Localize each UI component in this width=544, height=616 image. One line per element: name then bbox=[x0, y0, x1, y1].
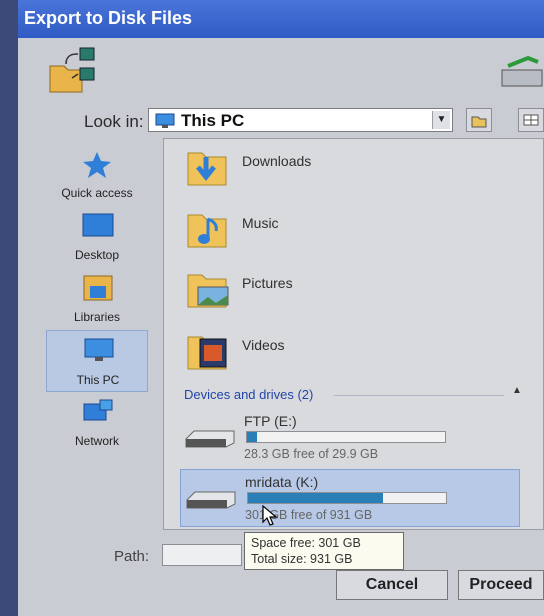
folder-name: Videos bbox=[242, 337, 285, 353]
downloads-folder-icon bbox=[187, 152, 227, 186]
pc-icon bbox=[155, 113, 175, 128]
place-libraries[interactable]: Libraries bbox=[46, 268, 148, 330]
drive-mridata[interactable]: mridata (K:) 301 GB free of 931 GB bbox=[180, 469, 520, 527]
mouse-cursor-icon bbox=[262, 505, 278, 526]
place-label: Desktop bbox=[74, 248, 120, 262]
up-folder-icon bbox=[471, 116, 487, 128]
folder-name: Pictures bbox=[242, 275, 293, 291]
look-in-label: Look in: bbox=[84, 112, 144, 131]
chevron-down-icon[interactable]: ▼ bbox=[432, 111, 450, 129]
places-bar: Quick access Desktop Libraries This PC N… bbox=[46, 140, 150, 560]
path-input[interactable] bbox=[162, 544, 242, 566]
proceed-button[interactable]: Proceed bbox=[458, 570, 544, 600]
place-label: Libraries bbox=[73, 310, 121, 324]
folder-downloads[interactable]: Downloads bbox=[184, 143, 524, 199]
up-folder-button[interactable] bbox=[466, 108, 492, 132]
view-grid-icon bbox=[523, 114, 539, 126]
export-disk-icon bbox=[501, 55, 543, 87]
group-divider bbox=[334, 395, 504, 396]
libraries-icon bbox=[83, 275, 113, 301]
vertical-scrollbar[interactable] bbox=[536, 143, 544, 525]
star-icon bbox=[83, 152, 111, 178]
drive-name: FTP (E:) bbox=[244, 413, 297, 429]
place-label: Quick access bbox=[61, 186, 133, 200]
chevron-up-icon[interactable]: ▲ bbox=[512, 385, 522, 396]
tooltip-total: Total size: 931 GB bbox=[251, 552, 353, 566]
folder-pictures[interactable]: Pictures bbox=[184, 265, 524, 321]
window-title: Export to Disk Files bbox=[24, 8, 193, 28]
drive-free-space: 28.3 GB free of 29.9 GB bbox=[244, 447, 379, 461]
place-quick-access[interactable]: Quick access bbox=[46, 144, 148, 206]
place-this-pc[interactable]: This PC bbox=[46, 330, 148, 392]
view-menu-button[interactable] bbox=[518, 108, 544, 132]
videos-folder-icon bbox=[187, 336, 227, 370]
drive-usage-bar bbox=[247, 492, 447, 504]
drive-tooltip: Space free: 301 GB Total size: 931 GB bbox=[244, 532, 404, 570]
look-in-value: This PC bbox=[181, 111, 245, 130]
drive-icon bbox=[186, 491, 236, 509]
file-list[interactable]: Downloads Music Pictures Videos Devices … bbox=[163, 138, 544, 530]
tooltip-free: Space free: 301 GB bbox=[251, 536, 361, 550]
pictures-folder-icon bbox=[187, 274, 229, 308]
drive-usage-bar bbox=[246, 431, 446, 443]
devices-group-header[interactable]: Devices and drives (2) bbox=[184, 387, 313, 402]
network-icon bbox=[83, 399, 113, 421]
drive-ftp[interactable]: FTP (E:) 28.3 GB free of 29.9 GB bbox=[180, 409, 520, 467]
place-label: This PC bbox=[76, 373, 120, 387]
folder-name: Music bbox=[242, 215, 279, 231]
pc-icon bbox=[84, 338, 114, 361]
export-dialog: Export to Disk Files Look in: This PC ▼ bbox=[18, 0, 544, 616]
drive-name: mridata (K:) bbox=[245, 474, 319, 490]
look-in-dropdown[interactable]: This PC ▼ bbox=[148, 108, 453, 132]
cancel-button[interactable]: Cancel bbox=[336, 570, 448, 600]
drive-usage-fill bbox=[248, 493, 383, 503]
drive-usage-fill bbox=[247, 432, 257, 442]
folder-videos[interactable]: Videos bbox=[184, 327, 524, 383]
place-label: Network bbox=[74, 434, 119, 448]
place-desktop[interactable]: Desktop bbox=[46, 206, 148, 268]
music-folder-icon bbox=[187, 214, 227, 248]
drive-icon bbox=[185, 430, 235, 448]
desktop-icon bbox=[82, 213, 114, 237]
title-bar[interactable]: Export to Disk Files bbox=[18, 0, 544, 38]
export-folders-icon bbox=[49, 47, 95, 93]
path-label: Path: bbox=[114, 548, 150, 565]
place-network[interactable]: Network bbox=[46, 392, 148, 454]
folder-music[interactable]: Music bbox=[184, 205, 524, 261]
folder-name: Downloads bbox=[242, 153, 312, 169]
